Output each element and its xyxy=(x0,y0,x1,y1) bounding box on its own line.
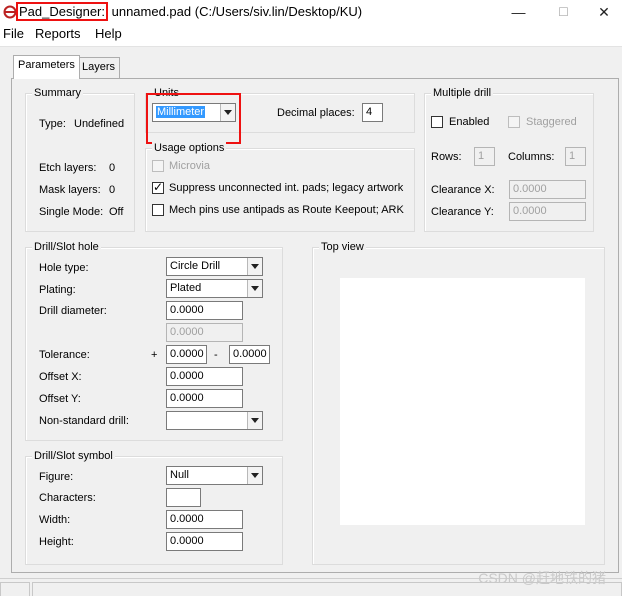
file-path: unnamed.pad (C:/Users/siv.lin/Desktop/KU… xyxy=(108,4,363,19)
offset-x-input[interactable]: 0.0000 xyxy=(166,367,243,386)
tolerance-plus-input[interactable]: 0.0000 xyxy=(166,345,207,364)
microvia-checkbox[interactable] xyxy=(152,160,164,172)
tolerance-plus-sign: + xyxy=(151,349,158,361)
etch-layers-label: Etch layers: xyxy=(39,162,97,174)
staggered-label: Staggered xyxy=(526,116,577,128)
chevron-down-icon[interactable] xyxy=(247,412,262,429)
app-icon xyxy=(3,5,17,19)
rows-label: Rows: xyxy=(431,151,462,163)
summary-title: Summary xyxy=(32,87,84,99)
non-standard-drill-label: Non-standard drill: xyxy=(39,415,129,427)
plating-value: Plated xyxy=(170,282,202,294)
check-icon: ✓ xyxy=(153,180,164,194)
chevron-down-icon[interactable] xyxy=(247,467,262,484)
offset-y-input[interactable]: 0.0000 xyxy=(166,389,243,408)
enabled-label: Enabled xyxy=(449,116,490,128)
suppress-checkbox[interactable]: ✓ xyxy=(152,180,164,194)
width-label: Width: xyxy=(39,514,71,526)
characters-label: Characters: xyxy=(39,492,96,504)
rows-input[interactable]: 1 xyxy=(474,147,495,166)
staggered-checkbox[interactable] xyxy=(508,116,520,128)
app-name: Pad_Designer: xyxy=(16,2,108,21)
clearance-y-input[interactable]: 0.0000 xyxy=(509,202,586,221)
top-view-title: Top view xyxy=(319,241,366,253)
minimize-button[interactable]: — xyxy=(496,0,541,26)
characters-input[interactable] xyxy=(166,488,201,507)
non-standard-drill-dropdown[interactable] xyxy=(166,411,263,430)
multiple-drill-title: Multiple drill xyxy=(431,87,494,99)
tab-parameters[interactable]: Parameters xyxy=(13,55,80,79)
type-value: Undefined xyxy=(74,118,125,130)
figure-value: Null xyxy=(170,469,189,481)
decimal-places-input[interactable]: 4 xyxy=(362,103,383,122)
menu-help[interactable]: Help xyxy=(95,26,122,42)
tolerance-minus-input[interactable]: 0.0000 xyxy=(229,345,270,364)
decimal-places-label: Decimal places: xyxy=(277,107,355,119)
etch-layers-value: 0 xyxy=(109,162,116,174)
units-highlight xyxy=(146,93,241,144)
window-title: Pad_Designer: unnamed.pad (C:/Users/siv.… xyxy=(16,2,363,21)
mech-pins-label: Mech pins use antipads as Route Keepout;… xyxy=(169,204,404,216)
plating-label: Plating: xyxy=(39,284,76,296)
drill-diameter-label: Drill diameter: xyxy=(39,305,107,317)
menu-bar: File Reports Help xyxy=(0,26,622,44)
single-mode-value: Off xyxy=(109,206,124,218)
tolerance-label: Tolerance: xyxy=(39,349,90,361)
tab-layers[interactable]: Layers xyxy=(77,57,121,79)
figure-label: Figure: xyxy=(39,471,74,483)
suppress-label: Suppress unconnected int. pads; legacy a… xyxy=(169,182,404,194)
enabled-checkbox[interactable] xyxy=(431,116,443,128)
hole-type-value: Circle Drill xyxy=(170,260,221,272)
mech-pins-checkbox[interactable] xyxy=(152,204,164,216)
type-label: Type: xyxy=(39,118,66,130)
drill-slot-hole-title: Drill/Slot hole xyxy=(32,241,101,253)
drill-slot-symbol-title: Drill/Slot symbol xyxy=(32,450,115,462)
clearance-x-label: Clearance X: xyxy=(431,184,495,196)
status-pane-left xyxy=(0,582,30,596)
columns-label: Columns: xyxy=(508,151,555,163)
title-bar[interactable]: Pad_Designer: unnamed.pad (C:/Users/siv.… xyxy=(0,0,622,26)
clearance-x-input[interactable]: 0.0000 xyxy=(509,180,586,199)
drill-diameter-input[interactable]: 0.0000 xyxy=(166,301,243,320)
height-input[interactable]: 0.0000 xyxy=(166,532,243,551)
usage-options-title: Usage options xyxy=(152,142,227,154)
figure-dropdown[interactable]: Null xyxy=(166,466,263,485)
plating-dropdown[interactable]: Plated xyxy=(166,279,263,298)
width-input[interactable]: 0.0000 xyxy=(166,510,243,529)
single-mode-label: Single Mode: xyxy=(39,206,104,218)
drill-diameter-secondary-input[interactable]: 0.0000 xyxy=(166,323,243,342)
clearance-y-label: Clearance Y: xyxy=(431,206,494,218)
menu-reports[interactable]: Reports xyxy=(35,26,81,42)
columns-input[interactable]: 1 xyxy=(565,147,586,166)
hole-type-label: Hole type: xyxy=(39,262,89,274)
chevron-down-icon[interactable] xyxy=(247,258,262,275)
tolerance-minus-sign: - xyxy=(214,349,218,361)
watermark-text: CSDN @赶地铁的猪 xyxy=(478,570,606,586)
close-button[interactable]: ✕ xyxy=(586,0,622,26)
chevron-down-icon[interactable] xyxy=(247,280,262,297)
mask-layers-label: Mask layers: xyxy=(39,184,101,196)
menu-file[interactable]: File xyxy=(3,26,24,42)
height-label: Height: xyxy=(39,536,74,548)
hole-type-dropdown[interactable]: Circle Drill xyxy=(166,257,263,276)
mask-layers-value: 0 xyxy=(109,184,116,196)
top-view-canvas[interactable] xyxy=(340,278,585,525)
offset-x-label: Offset X: xyxy=(39,371,82,383)
maximize-button[interactable]: ☐ xyxy=(541,0,586,26)
microvia-label: Microvia xyxy=(169,160,210,172)
offset-y-label: Offset Y: xyxy=(39,393,81,405)
